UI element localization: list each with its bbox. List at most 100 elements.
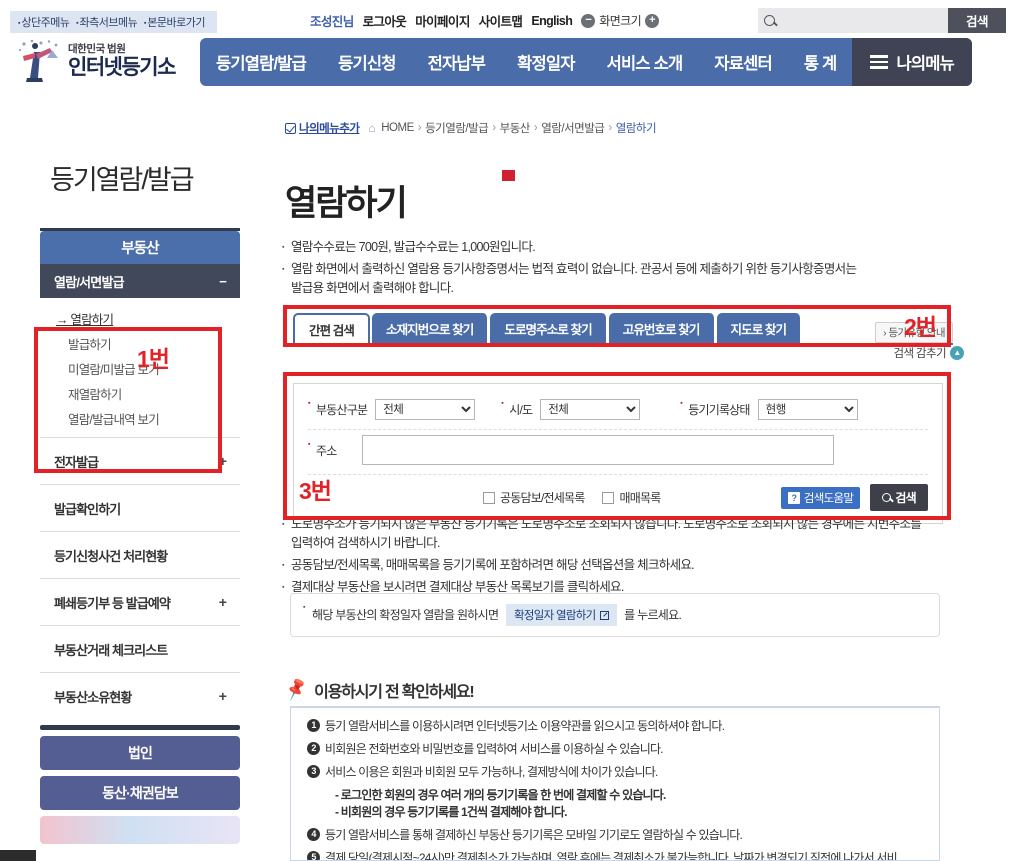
- tab-lot-address[interactable]: 소재지번으로 찾기: [371, 313, 489, 343]
- sidebar-button-corporation[interactable]: 법인: [40, 736, 240, 770]
- checkbox-joint-collateral-wrap[interactable]: 공동담보/전세목록: [483, 489, 585, 506]
- select-record-state[interactable]: 현행: [757, 399, 858, 420]
- breadcrumb-separator: ›: [492, 122, 496, 134]
- logout-link[interactable]: 로그아웃: [363, 11, 407, 30]
- sitemap-link[interactable]: 사이트맵: [479, 11, 523, 30]
- zoom-out-icon[interactable]: −: [581, 13, 596, 28]
- checkbox-joint-collateral[interactable]: [483, 491, 495, 504]
- home-icon[interactable]: ⌂: [368, 121, 375, 135]
- breadcrumb-item-1[interactable]: 등기열람/발급: [425, 120, 489, 136]
- sidebar-row-ownership[interactable]: 부동산소유현황 +: [40, 672, 240, 719]
- select-region[interactable]: 전체: [540, 399, 641, 420]
- select-property-type[interactable]: 전체: [375, 399, 476, 420]
- sidebar-button-movable-collateral[interactable]: 동산·채권담보: [40, 776, 240, 810]
- sidebar-item-issue[interactable]: 발급하기: [56, 331, 240, 356]
- hide-search-toggle[interactable]: 검색 감추기 ▲: [894, 345, 964, 361]
- sidebar-row-label: 부동산소유현황: [54, 689, 132, 705]
- sidebar-row-closed-registry[interactable]: 폐쇄등기부 등 발급예약 +: [40, 578, 240, 625]
- search-help-button[interactable]: ? 검색도움말: [780, 486, 861, 509]
- info-item-3-text: 서비스 이용은 회원과 비회원 모두 가능하나, 결제방식에 차이가 있습니다.: [325, 765, 658, 779]
- fixed-date-view-label: 확정일자 열람하기: [513, 610, 596, 622]
- checkbox-sale-list-wrap[interactable]: 매매목록: [602, 489, 661, 506]
- nav-item-e-payment[interactable]: 전자납부: [412, 50, 502, 74]
- skip-link-content[interactable]: 본문바로가기: [144, 17, 206, 29]
- registry-type-guide-label: 등기유형 안내: [888, 327, 945, 339]
- info-item-5: 5 결제 당일(결제시점~24시)만 결제취소가 가능하며, 열람 후에는 결제…: [307, 850, 923, 861]
- sidebar-category-realestate[interactable]: 부동산: [40, 231, 240, 264]
- registry-type-guide-button[interactable]: › 등기유형 안내: [875, 322, 953, 343]
- sidebar-row-e-issue[interactable]: 전자발급 +: [40, 437, 240, 484]
- english-link[interactable]: English: [531, 14, 573, 28]
- expand-icon[interactable]: +: [219, 453, 227, 469]
- tab-unique-number[interactable]: 고유번호로 찾기: [608, 313, 715, 343]
- label-address: 주소: [308, 441, 337, 459]
- sidebar-panel: 부동산 열람/서면발급 − 열람하기 발급하기 미열람/미발급 보기 재열람하기…: [40, 228, 240, 844]
- tab-map-search[interactable]: 지도로 찾기: [716, 313, 802, 343]
- breadcrumb-separator: ›: [608, 122, 612, 134]
- sidebar-banner[interactable]: [40, 816, 240, 844]
- sidebar-item-history[interactable]: 열람/발급내역 보기: [56, 406, 240, 431]
- skip-link-top-menu[interactable]: 상단주메뉴: [18, 17, 70, 29]
- info-item-2: 2 비회원은 전화번호와 비밀번호를 입력하여 서비스를 이용하실 수 있습니다…: [307, 741, 923, 757]
- fixed-date-hint: 해당 부동산의 확정일자 열람을 원하시면 확정일자 열람하기 를 누르세요.: [303, 604, 682, 626]
- list-number-icon: 2: [307, 742, 320, 755]
- breadcrumb-home[interactable]: HOME: [381, 122, 414, 134]
- sidebar-section-label: 열람/서면발급: [54, 274, 125, 290]
- checkbox-icon: [285, 122, 296, 134]
- breadcrumb-item-3[interactable]: 열람/서면발급: [541, 120, 605, 136]
- sidebar-item-review[interactable]: 재열람하기: [56, 381, 240, 406]
- red-square-marker: [502, 170, 515, 181]
- zoom-in-icon[interactable]: +: [645, 13, 660, 28]
- label-region: 시/도: [501, 400, 533, 418]
- breadcrumb-item-2[interactable]: 부동산: [500, 120, 531, 136]
- mypage-link[interactable]: 마이페이지: [415, 11, 470, 30]
- sidebar-row-issue-confirm[interactable]: 발급확인하기: [40, 484, 240, 531]
- my-menu-button[interactable]: 나의메뉴: [852, 38, 972, 86]
- checkbox-sale-list-label: 매매목록: [619, 491, 661, 505]
- notice-options: 공동담보/전세목록, 매매목록을 등기기록에 포함하려면 해당 선택옵션을 체크…: [282, 556, 972, 575]
- collapse-icon[interactable]: −: [219, 274, 227, 289]
- breadcrumb-separator: ›: [533, 122, 538, 134]
- sidebar-row-label: 부동산거래 체크리스트: [54, 642, 168, 658]
- fixed-date-view-button[interactable]: 확정일자 열람하기: [505, 604, 617, 626]
- sidebar-item-unviewed[interactable]: 미열람/미발급 보기: [56, 356, 240, 381]
- info-item-3: 3 서비스 이용은 회원과 비회원 모두 가능하나, 결제방식에 차이가 있습니…: [307, 764, 923, 780]
- global-search-button[interactable]: 검색: [948, 8, 1006, 33]
- search-row-filters: 부동산구분 전체 시/도 전체 등기기록상태 현행: [308, 394, 928, 430]
- address-input[interactable]: [362, 435, 835, 465]
- search-submit-button[interactable]: 검색: [870, 484, 928, 511]
- nav-item-service-intro[interactable]: 서비스 소개: [591, 50, 699, 74]
- hint-prefix: 해당 부동산의 확정일자 열람을 원하시면: [312, 608, 499, 622]
- nav-item-registry-view[interactable]: 등기열람/발급: [200, 50, 322, 74]
- site-logo[interactable]: 대한민국 법원 인터넷등기소: [14, 38, 176, 84]
- checkbox-sale-list[interactable]: [602, 491, 615, 504]
- list-number-icon: 4: [307, 828, 320, 841]
- info-item-5-text: 결제 당일(결제시점~24시)만 결제취소가 가능하며, 열람 후에는 결제취소…: [325, 851, 898, 861]
- global-search-input[interactable]: [780, 12, 940, 29]
- add-to-mymenu-button[interactable]: 나의메뉴추가: [285, 120, 360, 136]
- nav-item-data-center[interactable]: 자료센터: [698, 50, 788, 74]
- sidebar-row-case-status[interactable]: 등기신청사건 처리현황: [40, 531, 240, 578]
- search-icon: [882, 493, 892, 502]
- sidebar-section-view-issue[interactable]: 열람/서면발급 −: [40, 264, 240, 298]
- skip-link-side-menu[interactable]: 좌측서브메뉴: [76, 17, 138, 29]
- notice-legal-effect-l2: 발급용 화면에서 출력해야 합니다.: [291, 281, 454, 295]
- zoom-controls: − 화면크기 +: [581, 12, 660, 29]
- global-nav: 등기열람/발급 등기신청 전자납부 확정일자 서비스 소개 자료센터 통 계 나…: [200, 38, 972, 86]
- hamburger-icon: [870, 55, 889, 69]
- chevron-up-icon[interactable]: ▲: [950, 346, 964, 360]
- nav-item-registry-apply[interactable]: 등기신청: [322, 50, 412, 74]
- tab-road-address[interactable]: 도로명주소로 찾기: [490, 313, 607, 343]
- tab-simple-search[interactable]: 간편 검색: [293, 313, 370, 345]
- nav-item-statistics[interactable]: 통 계: [788, 50, 853, 74]
- notice-legal-effect: 열람 화면에서 출력하신 열람용 등기사항증명서는 법적 효력이 없습니다. 관…: [282, 260, 972, 298]
- sidebar-row-checklist[interactable]: 부동산거래 체크리스트: [40, 625, 240, 672]
- bottom-notices: 도로명주소가 등기되지 않은 부동산 등기기록은 도로명주소로 조회되지 않습니…: [282, 515, 972, 600]
- expand-icon[interactable]: +: [219, 688, 227, 704]
- logged-in-user: 조성진님: [310, 15, 354, 29]
- pin-icon: 📌: [283, 676, 310, 703]
- fixed-date-hint-box: 해당 부동산의 확정일자 열람을 원하시면 확정일자 열람하기 를 누르세요.: [290, 593, 940, 637]
- nav-item-fixed-date[interactable]: 확정일자: [501, 50, 591, 74]
- expand-icon[interactable]: +: [219, 594, 227, 610]
- sidebar-item-view[interactable]: 열람하기: [56, 306, 240, 331]
